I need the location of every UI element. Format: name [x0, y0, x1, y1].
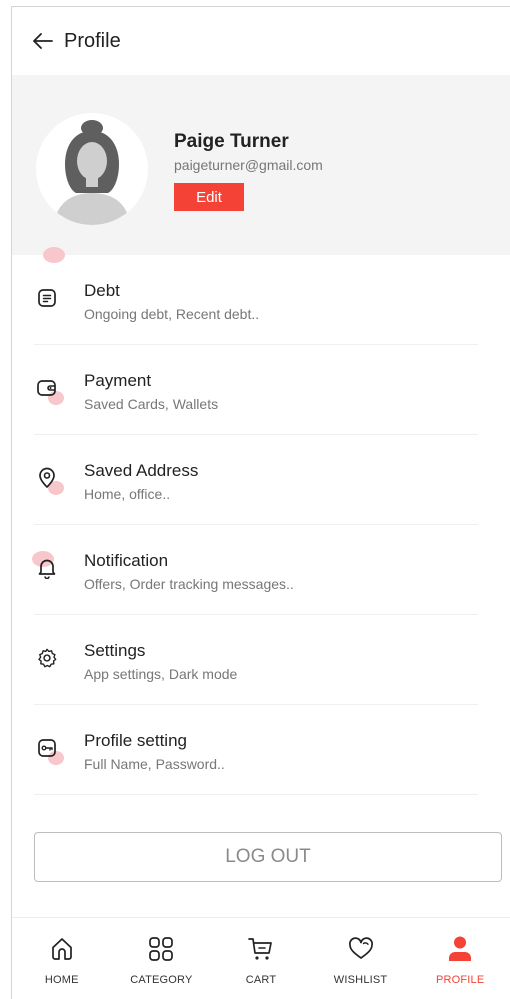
- page-title: Profile: [64, 29, 121, 52]
- nav-label: WISHLIST: [333, 974, 388, 986]
- menu-item-label: Profile setting: [84, 731, 187, 750]
- menu-item-subtitle: Saved Cards, Wallets: [84, 396, 219, 412]
- menu-item-label: Saved Address: [84, 461, 199, 480]
- top-bar: Profile: [12, 7, 510, 75]
- menu-item-payment[interactable]: Payment Saved Cards, Wallets: [12, 345, 510, 435]
- location-pin-icon: [39, 467, 55, 488]
- wallet-icon: [37, 380, 56, 396]
- menu-item-subtitle: Offers, Order tracking messages..: [84, 576, 294, 592]
- menu-item-label: Settings: [84, 641, 146, 660]
- avatar-silhouette-icon: [36, 113, 148, 225]
- logout-button[interactable]: LOG OUT: [34, 832, 502, 882]
- document-icon: [38, 289, 56, 307]
- menu-item-subtitle: Full Name, Password..: [84, 756, 225, 772]
- nav-label: CART: [245, 974, 277, 986]
- nav-cart[interactable]: CART: [211, 918, 311, 999]
- cart-icon: [248, 938, 272, 960]
- divider: [34, 794, 478, 795]
- nav-label: PROFILE: [435, 974, 485, 986]
- menu-item-subtitle: App settings, Dark mode: [84, 666, 238, 682]
- menu-item-label: Notification: [84, 551, 169, 570]
- nav-home[interactable]: HOME: [12, 918, 112, 999]
- bell-icon: [38, 559, 56, 579]
- nav-profile[interactable]: PROFILE: [410, 918, 510, 999]
- menu-item-profile-setting[interactable]: Profile setting Full Name, Password..: [12, 705, 510, 795]
- edit-profile-button[interactable]: Edit: [174, 183, 244, 211]
- heart-icon: [348, 937, 373, 959]
- arrow-left-icon: [33, 33, 53, 49]
- menu-item-subtitle: Ongoing debt, Recent debt..: [84, 306, 260, 322]
- bottom-nav: HOME CATEGORY CART WISHLIST PROFILE: [12, 917, 510, 999]
- profile-menu: Debt Ongoing debt, Recent debt.. Payment…: [12, 255, 510, 795]
- menu-item-label: Debt: [84, 281, 120, 300]
- key-icon: [38, 739, 56, 757]
- nav-label: HOME: [44, 974, 79, 986]
- profile-email: paigeturner@gmail.com: [174, 157, 323, 173]
- menu-item-saved-address[interactable]: Saved Address Home, office..: [12, 435, 510, 525]
- menu-item-settings[interactable]: Settings App settings, Dark mode: [12, 615, 510, 705]
- nav-wishlist[interactable]: WISHLIST: [311, 918, 411, 999]
- nav-label: CATEGORY: [130, 974, 193, 986]
- menu-item-label: Payment: [84, 371, 152, 390]
- app-screen: Profile Paige Turner paigeturner@gmail.c…: [11, 6, 510, 999]
- nav-category[interactable]: CATEGORY: [112, 918, 212, 999]
- profile-card: Paige Turner paigeturner@gmail.com Edit: [12, 75, 510, 255]
- profile-name: Paige Turner: [174, 131, 289, 152]
- menu-item-debt[interactable]: Debt Ongoing debt, Recent debt..: [12, 255, 510, 345]
- gear-icon: [38, 648, 57, 668]
- avatar[interactable]: [36, 113, 148, 225]
- grid-icon: [149, 937, 174, 961]
- menu-item-subtitle: Home, office..: [84, 486, 171, 502]
- user-icon: [449, 936, 472, 961]
- home-icon: [51, 938, 72, 960]
- menu-item-notification[interactable]: Notification Offers, Order tracking mess…: [12, 525, 510, 615]
- back-button[interactable]: [32, 30, 54, 52]
